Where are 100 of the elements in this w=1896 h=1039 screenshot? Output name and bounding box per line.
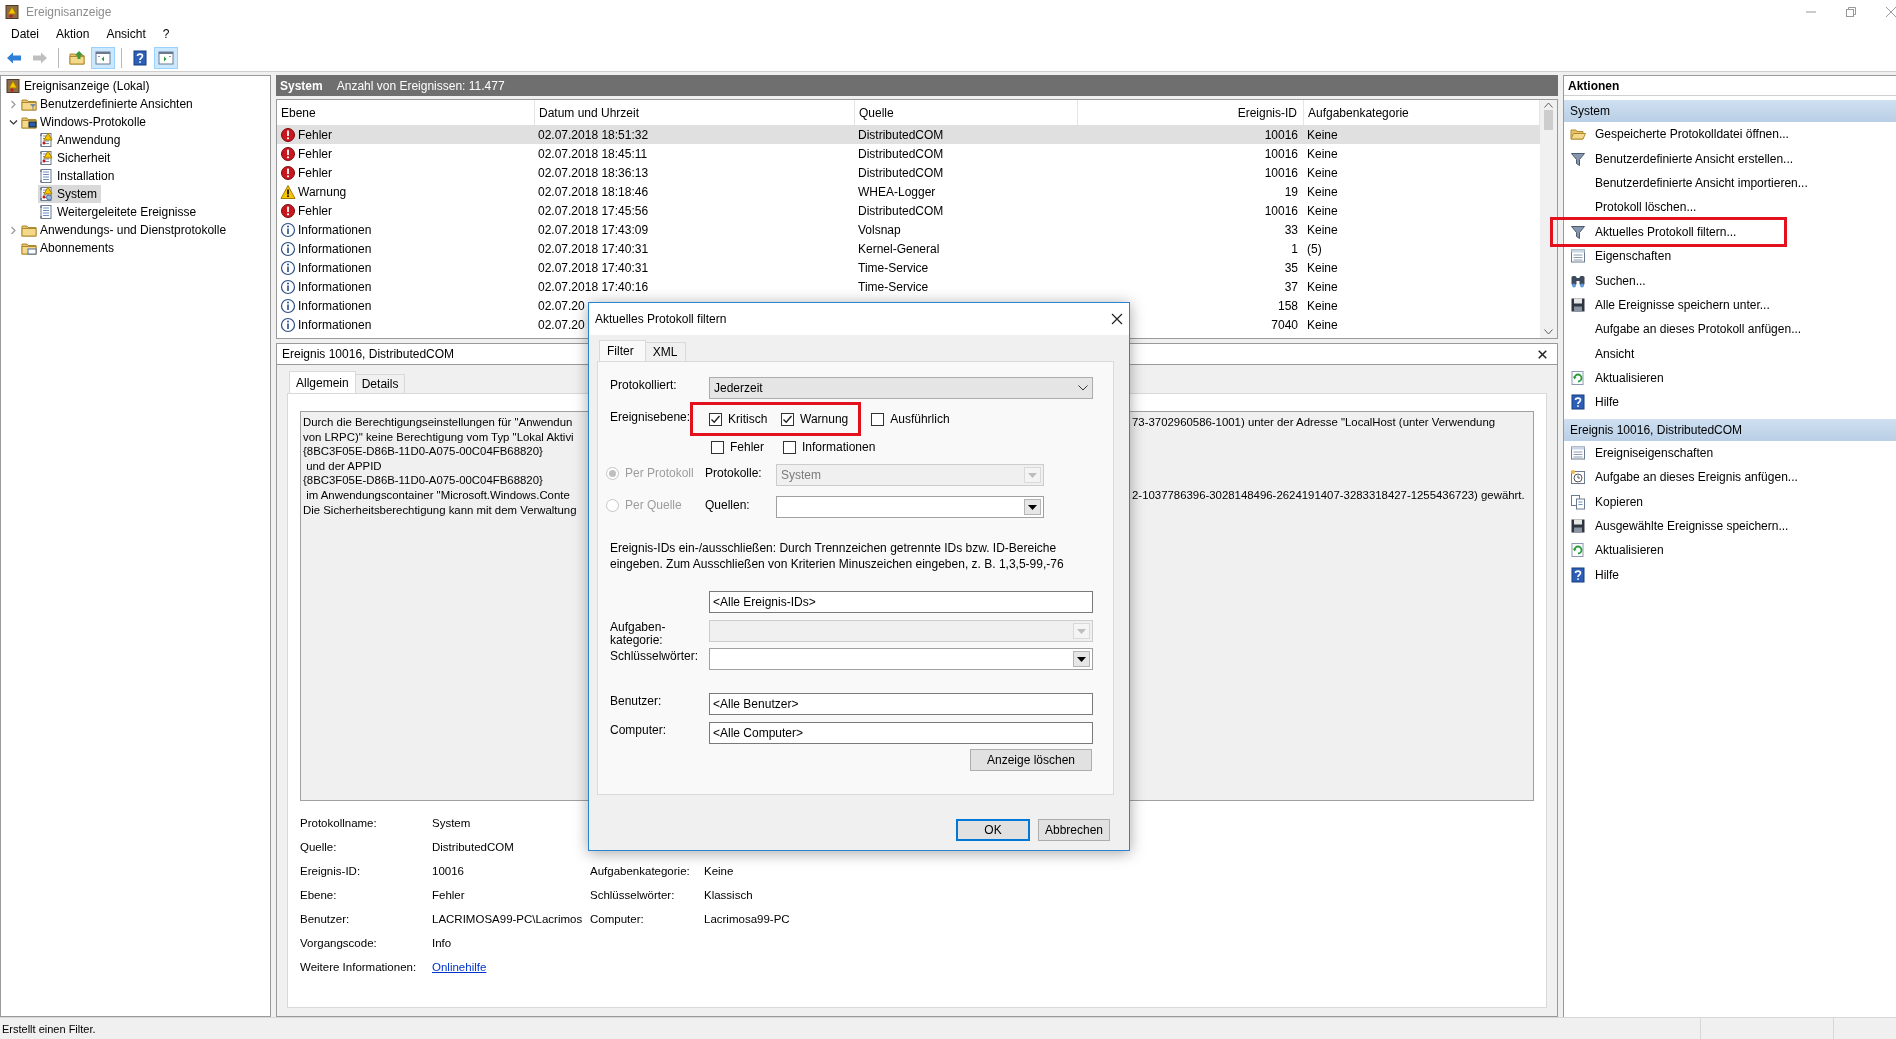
action-item[interactable]: Protokoll löschen... [1564, 195, 1697, 220]
field-label: Quellen: [705, 497, 751, 512]
log-icon [38, 150, 54, 166]
tree-item[interactable]: System [38, 185, 101, 203]
menu-item[interactable]: Aktion [48, 27, 99, 41]
pane-layout-icon[interactable] [154, 46, 178, 69]
event-log-icon [5, 78, 21, 94]
action-item[interactable]: Ausgewählte Ereignisse speichern... [1564, 513, 1789, 539]
table-cell: Time-Service [858, 260, 929, 275]
tab[interactable]: XML [644, 342, 687, 361]
message-line: von LRPC)" keine Berechtigung vom Typ "Lokal Aktivi [303, 429, 574, 445]
table-cell: DistributedCOM [858, 146, 944, 161]
property-label: Protokollname: [300, 817, 378, 829]
scroll-down-icon[interactable] [1544, 329, 1553, 335]
menu-item[interactable]: ? [154, 27, 179, 41]
property-value: Klassisch [704, 889, 754, 901]
property-label: Schlüsselwörter: [590, 889, 676, 901]
action-item[interactable]: Gespeicherte Protokolldatei öffnen... [1564, 122, 1789, 147]
help-link[interactable]: Onlinehilfe [432, 961, 487, 973]
folder-icon [21, 114, 37, 130]
action-item[interactable]: Aufgabe an dieses Protokoll anfügen... [1564, 317, 1802, 342]
restore-icon[interactable] [1846, 7, 1856, 17]
scrollbar-thumb[interactable] [1544, 110, 1553, 130]
action-item[interactable]: Hilfe [1564, 390, 1619, 415]
tree-item[interactable]: Windows-Protokolle [21, 113, 151, 131]
section-header[interactable]: Ereignis 10016, DistributedCOM [1564, 418, 1896, 441]
scrollbar[interactable] [1540, 100, 1557, 338]
checkbox[interactable]: Kritisch [709, 410, 781, 428]
pane-layout-icon[interactable] [91, 46, 115, 69]
table-cell: 19 [1284, 184, 1298, 199]
dropdown-arrow-icon[interactable] [1077, 656, 1086, 662]
input-field[interactable]: <Alle Benutzer> [709, 693, 1093, 715]
close-icon[interactable] [1538, 349, 1547, 359]
table-cell: Informationen [298, 222, 372, 237]
tree-item[interactable]: Sicherheit [38, 149, 115, 167]
tree-item[interactable]: Anwendungs- und Dienstprotokolle [21, 221, 231, 239]
message-line: im Anwendungscontainer "Microsoft.Windows.Conte [305, 487, 570, 503]
action-item[interactable]: Aktualisieren [1564, 538, 1664, 563]
properties-icon [1570, 444, 1586, 461]
action-item[interactable]: Ansicht [1564, 341, 1635, 366]
cancel-button[interactable]: Abbrechen [1038, 819, 1110, 841]
checkbox[interactable]: Ausführlich [871, 410, 950, 428]
action-item[interactable]: Alle Ereignisse speichern unter... [1564, 292, 1770, 318]
action-item[interactable]: Kopieren [1564, 489, 1644, 514]
table-cell: 02.07.2018 17:40:31 [538, 260, 649, 275]
hint-text: Ereignis-IDs ein-/ausschließen: Durch Trennzeichen getrennte IDs bzw. ID-Bereiche eingeben. Zum Ausschließen von Kriterien Minuszeichen eingeben, z. B. 1,3,5-99,-76 [610, 540, 1065, 572]
message-line: {8BC3F05E-D86B-11D0-A075-00C04FB68820} [303, 444, 543, 459]
actions-title: Aktionen [1564, 76, 1896, 96]
tab[interactable]: Filter [599, 340, 646, 361]
message-line: und der APPID [305, 458, 382, 474]
section-header[interactable]: System [1564, 100, 1896, 122]
table-cell: Warnung [298, 184, 347, 199]
tree-item[interactable]: Benutzerdefinierte Ansichten [21, 95, 197, 113]
tree-item[interactable]: Ereignisanzeige (Lokal) [5, 77, 154, 95]
checkbox[interactable]: Informationen [783, 438, 876, 456]
action-item[interactable]: Benutzerdefinierte Ansicht importieren... [1564, 170, 1808, 196]
tree-item[interactable]: Installation [38, 167, 119, 185]
table-cell: 35 [1284, 260, 1298, 275]
action-item[interactable]: Eigenschaften [1564, 243, 1672, 269]
input-field[interactable]: <Alle Ereignis-IDs> [709, 591, 1093, 613]
close-icon[interactable] [1111, 313, 1123, 325]
input-field[interactable]: <Alle Computer> [709, 722, 1093, 744]
dialog-title: Aktuelles Protokoll filtern [595, 312, 727, 326]
menu-item[interactable]: Ansicht [98, 27, 155, 41]
table-cell: 02.07.2018 17:43:09 [538, 222, 649, 237]
property-label: Weitere Informationen: [300, 961, 418, 973]
scroll-up-icon[interactable] [1544, 102, 1553, 108]
clear-button[interactable]: Anzeige löschen [970, 749, 1092, 771]
action-item[interactable]: Suchen... [1564, 268, 1646, 293]
checkbox[interactable]: Warnung [781, 410, 849, 428]
action-item[interactable]: Aufgabe an dieses Ereignis anfügen... [1564, 465, 1798, 490]
tree-item[interactable]: Abonnements [21, 239, 119, 257]
table-cell: 10016 [1264, 165, 1298, 180]
tree-item[interactable]: Anwendung [38, 131, 125, 149]
table-cell: Time-Service [858, 279, 929, 294]
chevron-icon[interactable] [1078, 385, 1088, 391]
table-cell: Informationen [298, 279, 372, 294]
window-title: Ereignisanzeige [26, 5, 112, 19]
table-cell: 02.07.2018 17:45:56 [538, 203, 649, 218]
table-cell: Fehler [298, 146, 332, 161]
log-title: System [280, 78, 323, 93]
dropdown[interactable]: Jederzeit [709, 377, 1093, 399]
table-cell: Informationen [298, 260, 372, 275]
action-item[interactable]: Benutzerdefinierte Ansicht erstellen... [1564, 146, 1794, 171]
checkbox[interactable]: Fehler [711, 438, 783, 456]
tree-item[interactable]: Weitergeleitete Ereignisse [38, 203, 201, 221]
tab[interactable]: Allgemein [289, 371, 356, 393]
ok-button[interactable]: OK [956, 819, 1030, 841]
action-item[interactable]: Aktualisieren [1564, 365, 1664, 391]
action-item[interactable]: Aktuelles Protokoll filtern... [1564, 219, 1737, 244]
action-item[interactable]: Ereigniseigenschaften [1564, 440, 1714, 466]
field-label: Schlüsselwörter: [610, 648, 700, 663]
menu-item[interactable]: Datei [3, 27, 48, 41]
property-label: Benutzer: [300, 913, 351, 925]
property-value: 10016 [432, 865, 465, 877]
table-cell: Keine [1307, 184, 1338, 199]
tab[interactable]: Details [354, 374, 406, 393]
filter-icon [1570, 150, 1586, 167]
action-item[interactable]: Hilfe [1564, 562, 1619, 588]
table-cell: Informationen [298, 317, 372, 332]
